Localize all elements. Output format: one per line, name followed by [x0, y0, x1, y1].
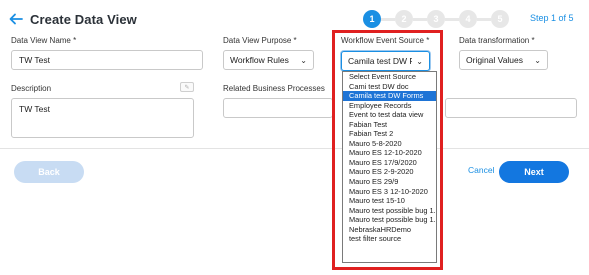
dropdown-option[interactable]: Employee Records	[343, 101, 436, 111]
data-view-name-label: Data View Name *	[11, 36, 77, 45]
dropdown-option[interactable]: Select Event Source	[343, 72, 436, 82]
data-transformation-label: Data transformation *	[459, 36, 535, 45]
data-view-name-input[interactable]: TW Test	[11, 50, 203, 70]
event-source-dropdown-list[interactable]: Select Event Source Cami test DW doc Camil…	[342, 71, 437, 263]
dropdown-option[interactable]: Mauro ES 3 12-10-2020	[343, 187, 436, 197]
dropdown-option[interactable]: Mauro ES 12-10-2020	[343, 148, 436, 158]
data-view-name-value: TW Test	[19, 55, 51, 65]
dropdown-option[interactable]: NebraskaHRDemo	[343, 225, 436, 235]
footer-divider	[0, 148, 589, 149]
description-label: Description	[11, 84, 52, 93]
next-button[interactable]: Next	[499, 161, 569, 183]
dropdown-option[interactable]: Mauro 5-8-2020	[343, 139, 436, 149]
dropdown-option[interactable]: Mauro ES 2-9-2020	[343, 167, 436, 177]
related-business-processes-input[interactable]	[223, 98, 333, 118]
chevron-down-icon: ⌄	[300, 55, 307, 65]
dropdown-option[interactable]: test filter source	[343, 234, 436, 244]
data-transformation-value: Original Values	[466, 55, 524, 65]
dropdown-option[interactable]: Mauro ES 17/9/2020	[343, 158, 436, 168]
dropdown-option[interactable]: Fabian Test	[343, 120, 436, 130]
description-value: TW Test	[19, 104, 51, 114]
back-button[interactable]: Back	[14, 161, 84, 183]
dropdown-option[interactable]: Mauro ES 29/9	[343, 177, 436, 187]
arrow-left-icon[interactable]	[8, 11, 24, 27]
related-business-processes-label: Related Business Processes	[223, 84, 325, 93]
step-5[interactable]: 5	[491, 10, 509, 28]
wizard-steps: 1 2 3 4 5	[363, 9, 509, 29]
step-3[interactable]: 3	[427, 10, 445, 28]
page-header: Create Data View	[8, 9, 137, 29]
step-connector	[381, 17, 395, 21]
dropdown-option[interactable]: Fabian Test 2	[343, 129, 436, 139]
data-view-purpose-value: Workflow Rules	[230, 55, 289, 65]
related-business-processes-input-right[interactable]	[445, 98, 577, 118]
step-connector	[445, 17, 459, 21]
dropdown-option[interactable]: Event to test data view	[343, 110, 436, 120]
step-indicator: Step 1 of 5	[530, 13, 574, 23]
data-transformation-select[interactable]: Original Values ⌄	[459, 50, 548, 70]
data-view-purpose-select[interactable]: Workflow Rules ⌄	[223, 50, 314, 70]
dropdown-option[interactable]: Mauro test possible bug 1.2	[343, 215, 436, 225]
step-4[interactable]: 4	[459, 10, 477, 28]
step-1[interactable]: 1	[363, 10, 381, 28]
dropdown-option[interactable]: Mauro test possible bug 1.1	[343, 206, 436, 216]
description-textarea[interactable]: TW Test	[11, 98, 194, 138]
dropdown-option[interactable]: Camila test DW Forms	[343, 91, 436, 101]
data-view-purpose-label: Data View Purpose *	[223, 36, 297, 45]
cancel-button[interactable]: Cancel	[468, 165, 494, 175]
step-2[interactable]: 2	[395, 10, 413, 28]
edit-icon[interactable]: ✎	[180, 82, 194, 92]
step-connector	[477, 17, 491, 21]
dropdown-option[interactable]: Mauro test 15-10	[343, 196, 436, 206]
page-title: Create Data View	[30, 11, 137, 27]
dropdown-option[interactable]: Cami test DW doc	[343, 82, 436, 92]
chevron-down-icon: ⌄	[534, 55, 541, 65]
step-connector	[413, 17, 427, 21]
